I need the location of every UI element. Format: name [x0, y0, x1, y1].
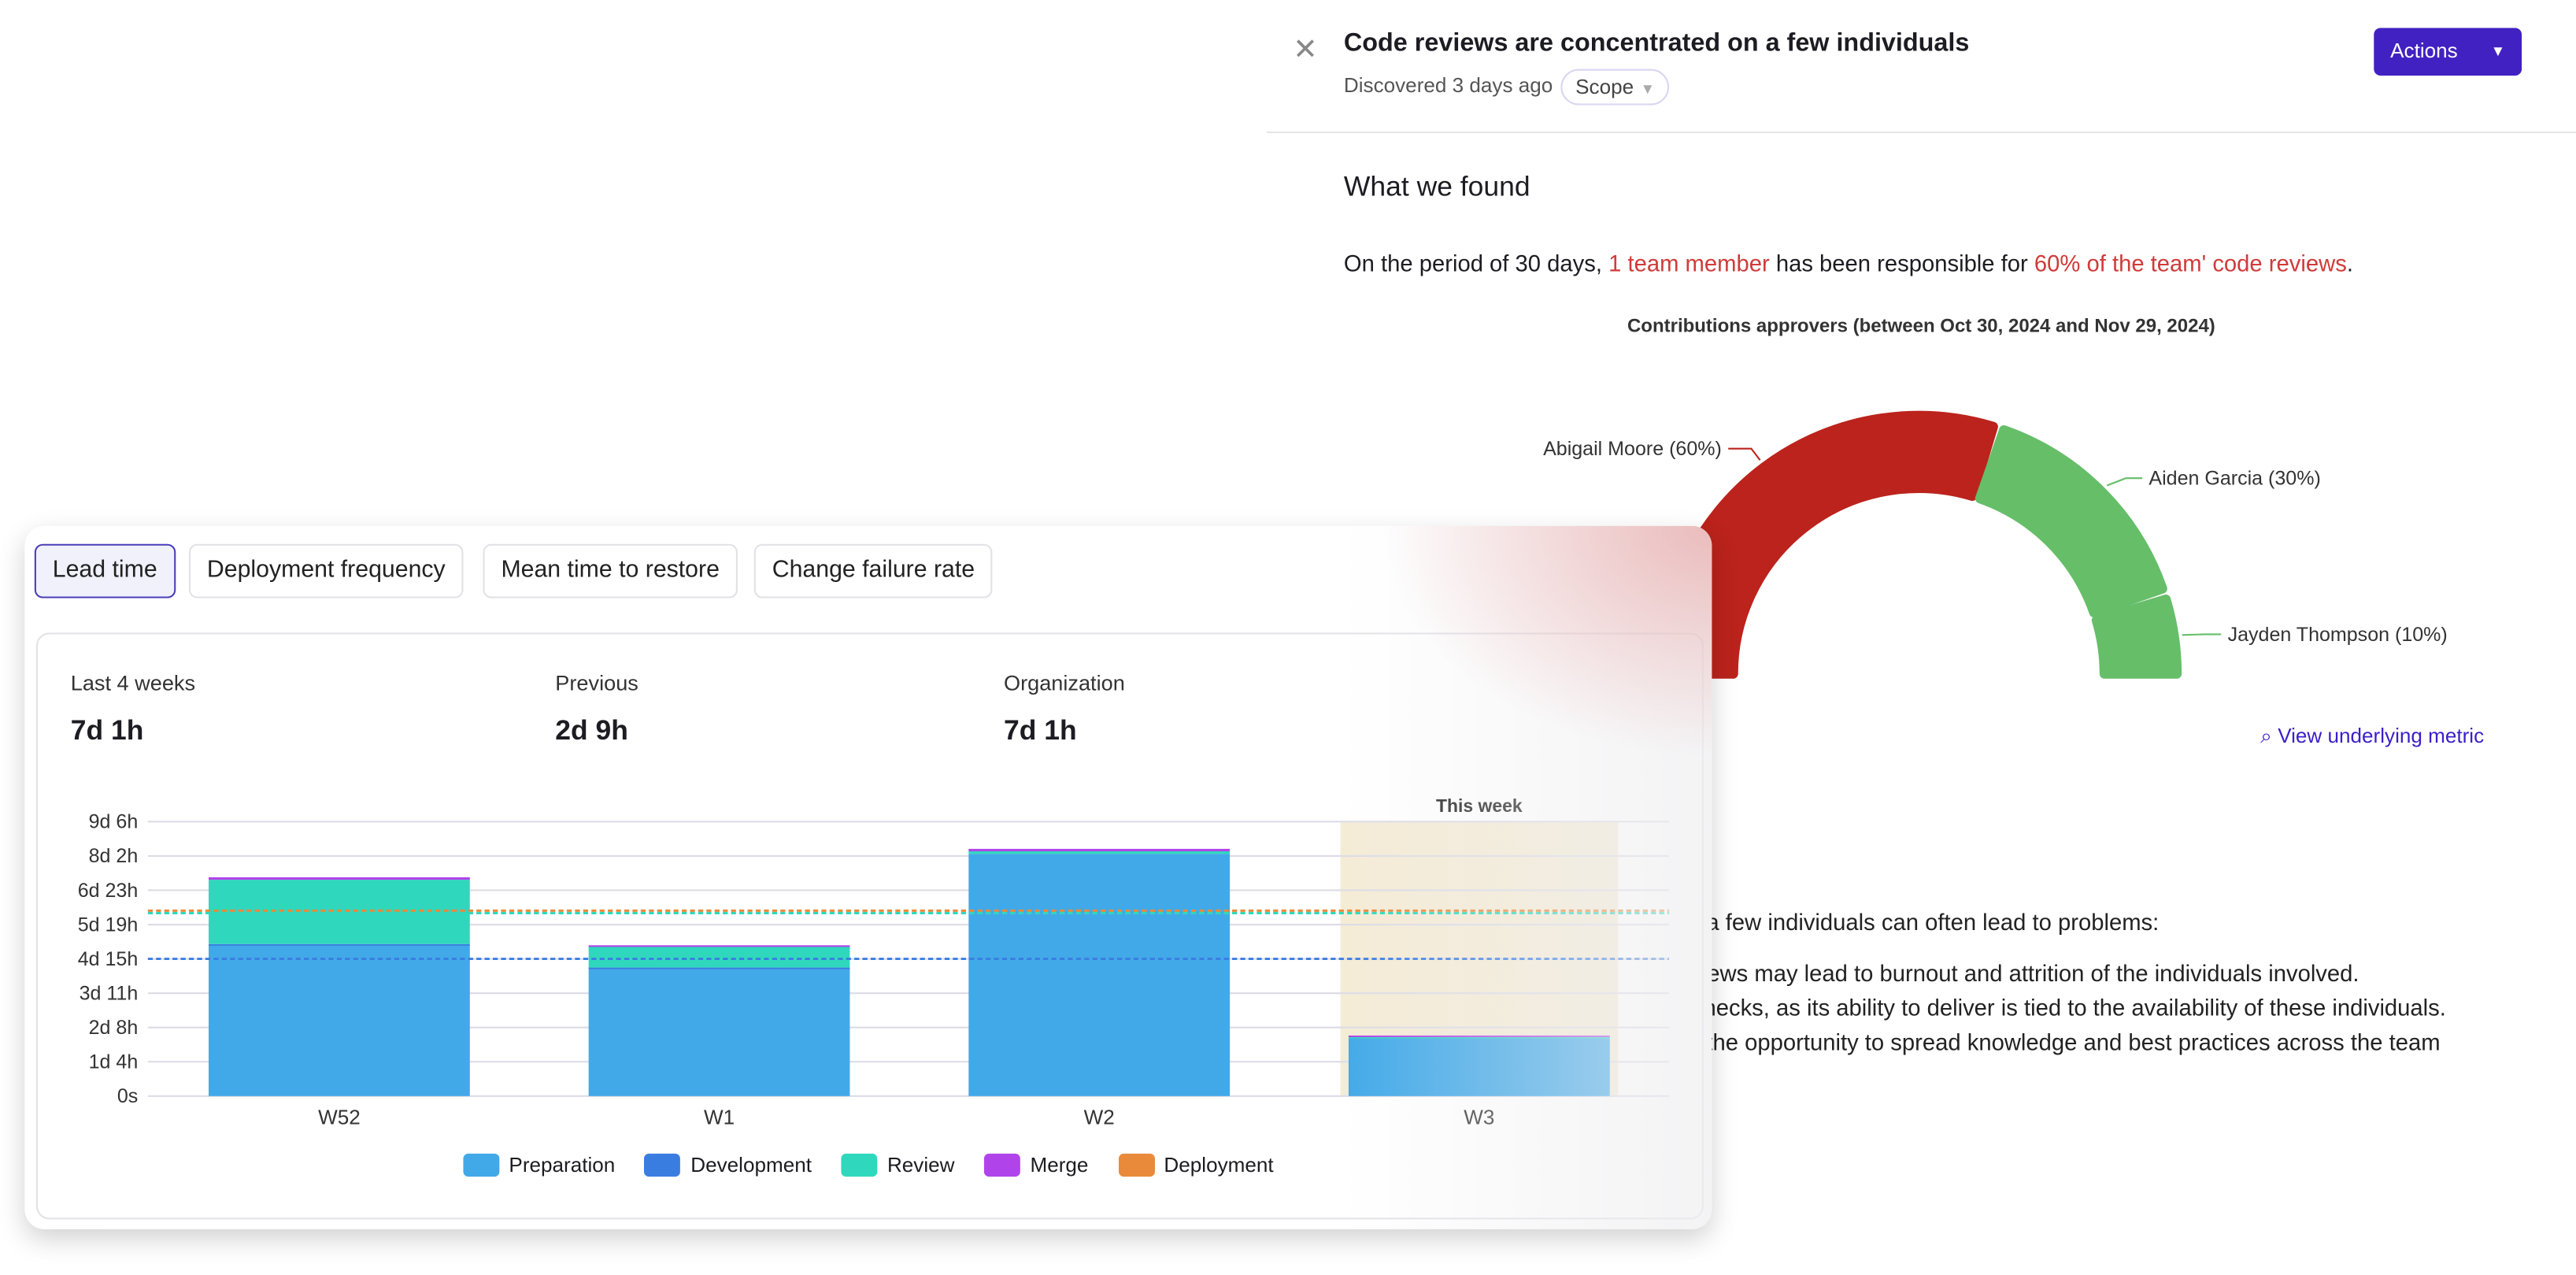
leader-line: [2182, 633, 2222, 636]
legend-item[interactable]: Development: [644, 1153, 812, 1177]
chart-legend: Preparation Development Review Merge Deploym…: [24, 1153, 1712, 1181]
view-underlying-metric-link[interactable]: ⌕ View underlying metric: [2260, 725, 2484, 749]
y-tick-label: 0s: [117, 1085, 138, 1107]
legend-item[interactable]: Review: [841, 1153, 955, 1177]
bar-segment-development: [209, 943, 470, 946]
x-tick-label: W52: [318, 1105, 361, 1129]
y-tick-label: 2d 8h: [89, 1017, 139, 1039]
legend-label: Deployment: [1164, 1153, 1274, 1177]
bar-segment-merge: [588, 945, 850, 947]
bar-segment-review: [588, 946, 850, 968]
metrics-panel: Lead time Deployment frequency Mean time…: [24, 525, 1712, 1229]
legend-label: Review: [886, 1153, 955, 1177]
problem-line: views may lead to burnout and attrition …: [1690, 959, 2359, 987]
legend-item[interactable]: Merge: [984, 1153, 1089, 1177]
x-tick-label: W2: [1084, 1105, 1115, 1129]
bar-segment-preparation: [209, 945, 470, 1096]
y-tick-label: 4d 15h: [78, 948, 139, 970]
gauge-slice: [1975, 425, 2167, 618]
bar-segment-review: [209, 880, 470, 944]
bar-segment-review: [968, 851, 1231, 854]
x-tick-label: W1: [704, 1105, 735, 1129]
legend-swatch: [644, 1153, 681, 1177]
bar-segment-development: [588, 967, 850, 969]
lead-time-chart: This week 0s 1d 4h 2d 8h 3d 11h 4d 15h 5d 19h 6…: [78, 795, 1670, 1129]
legend-item[interactable]: Preparation: [462, 1153, 616, 1177]
legend-swatch: [984, 1153, 1020, 1177]
legend-swatch: [1117, 1153, 1154, 1177]
leader-line: [1728, 447, 1761, 461]
y-tick-label: 9d 6h: [89, 811, 139, 833]
legend-label: Preparation: [509, 1153, 616, 1177]
legend-label: Development: [690, 1153, 812, 1177]
y-tick-label: 3d 11h: [80, 982, 139, 1004]
y-tick-label: 1d 4h: [89, 1051, 139, 1073]
slice-label: Abigail Moore (60%): [1543, 438, 1722, 460]
problem-intro: n a few individuals can often lead to pr…: [1687, 908, 2160, 936]
bar-segment-merge: [1348, 1035, 1610, 1037]
leader-line: [2106, 477, 2143, 487]
bar-segment-preparation: [588, 969, 850, 1096]
legend-swatch: [462, 1153, 499, 1177]
problem-line: n the opportunity to spread knowledge an…: [1687, 1029, 2441, 1055]
this-week-label: This week: [1436, 795, 1523, 816]
slice-label: Aiden Garcia (30%): [2149, 468, 2320, 490]
bar-segment-merge: [968, 848, 1231, 852]
y-tick-label: 8d 2h: [89, 845, 139, 867]
x-tick-label: W3: [1464, 1105, 1494, 1129]
bar-segment-preparation: [968, 854, 1231, 1096]
y-tick-label: 6d 23h: [78, 880, 139, 902]
bar-segment-preparation: [1348, 1038, 1610, 1096]
y-tick-label: 5d 19h: [78, 914, 139, 936]
problem-line: enecks, as its ability to deliver is tie…: [1690, 994, 2446, 1021]
legend-swatch: [841, 1153, 878, 1177]
search-icon: ⌕: [2260, 725, 2272, 748]
legend-label: Merge: [1030, 1153, 1089, 1177]
slice-label: Jayden Thompson (10%): [2228, 624, 2448, 646]
bar-segment-merge: [209, 877, 470, 880]
legend-item[interactable]: Deployment: [1117, 1153, 1274, 1177]
